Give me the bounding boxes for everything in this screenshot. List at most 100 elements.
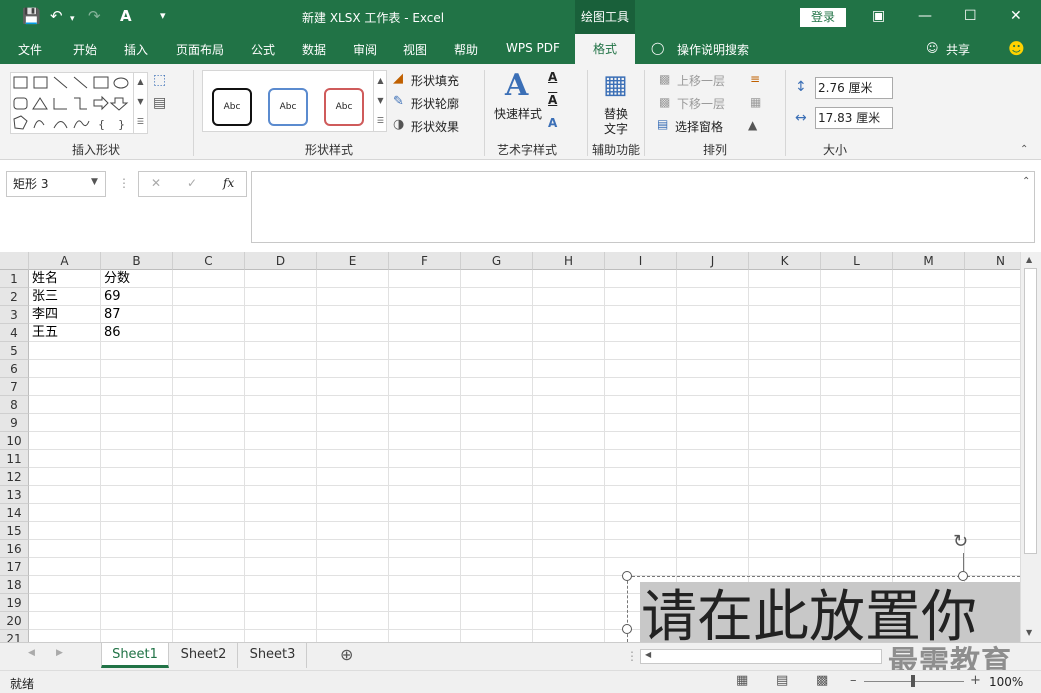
column-header-g[interactable]: G (461, 252, 533, 270)
zoom-level[interactable]: 100% (989, 675, 1023, 689)
row-header-13[interactable]: 13 (0, 486, 29, 504)
smiley-feedback-icon[interactable]: ☻ (1008, 39, 1025, 58)
shapes-gallery[interactable]: {} (10, 72, 148, 134)
row-header-12[interactable]: 12 (0, 468, 29, 486)
row-header-2[interactable]: 2 (0, 288, 29, 306)
scroll-left-icon[interactable]: ◀ (645, 650, 651, 659)
sheet-tab-sheet2[interactable]: Sheet2 (170, 643, 238, 668)
tab-page-layout[interactable]: 页面布局 (176, 41, 224, 58)
zoom-slider-thumb[interactable] (911, 675, 915, 687)
add-sheet-icon[interactable]: ⊕ (340, 645, 353, 664)
resize-handle-top-left[interactable] (622, 571, 632, 581)
row-header-20[interactable]: 20 (0, 612, 29, 630)
column-header-i[interactable]: I (605, 252, 677, 270)
column-header-m[interactable]: M (893, 252, 965, 270)
row-header-14[interactable]: 14 (0, 504, 29, 522)
touch-mode-icon[interactable]: A (120, 7, 132, 25)
tab-format[interactable]: 格式 (575, 34, 635, 65)
rectangle-shape[interactable]: 请在此放置你 (627, 576, 1020, 642)
tab-insert[interactable]: 插入 (124, 41, 148, 58)
table-cell[interactable]: 69 (101, 288, 173, 306)
column-header-j[interactable]: J (677, 252, 749, 270)
enter-icon[interactable]: ✓ (187, 176, 197, 190)
tab-file[interactable]: 文件 (18, 41, 42, 58)
table-cell[interactable]: 姓名 (29, 270, 101, 288)
column-header-c[interactable]: C (173, 252, 245, 270)
row-header-17[interactable]: 17 (0, 558, 29, 576)
row-header-7[interactable]: 7 (0, 378, 29, 396)
text-outline-icon[interactable]: A (548, 93, 557, 107)
zoom-in-icon[interactable]: + (970, 673, 981, 688)
page-break-view-icon[interactable]: ▩ (816, 673, 828, 688)
column-header-l[interactable]: L (821, 252, 893, 270)
tell-me-search[interactable]: 操作说明搜索 (677, 41, 749, 58)
table-cell[interactable]: 86 (101, 324, 173, 342)
next-sheet-icon[interactable]: ▶ (56, 648, 63, 658)
row-header-9[interactable]: 9 (0, 414, 29, 432)
prev-sheet-icon[interactable]: ◀ (28, 648, 35, 658)
style-preset-blue[interactable]: Abc (268, 88, 308, 126)
sheet-tab-sheet3[interactable]: Sheet3 (239, 643, 307, 668)
vertical-scrollbar[interactable]: ▲ ▼ (1020, 252, 1041, 642)
resize-handle-left[interactable] (622, 624, 632, 634)
styles-gallery-scroll[interactable]: ▲ ▼ ☰ (373, 71, 387, 131)
selection-pane-button[interactable]: 选择窗格 (675, 118, 723, 135)
shape-fill-button[interactable]: 形状填充 (411, 72, 459, 89)
edit-shape-icon[interactable]: ⬚ (153, 72, 166, 88)
row-header-10[interactable]: 10 (0, 432, 29, 450)
column-header-k[interactable]: K (749, 252, 821, 270)
quick-styles-icon[interactable]: A (505, 68, 528, 103)
alt-text-button-line2[interactable]: 文字 (604, 120, 628, 137)
undo-dropdown-icon[interactable]: ▾ (70, 10, 75, 28)
rotate-handle-icon[interactable]: ↻ (953, 531, 968, 552)
row-header-8[interactable]: 8 (0, 396, 29, 414)
bring-forward-button[interactable]: 上移一层 (677, 72, 725, 89)
row-header-21[interactable]: 21 (0, 630, 29, 642)
maximize-icon[interactable]: ☐ (964, 8, 977, 24)
column-header-b[interactable]: B (101, 252, 173, 270)
collapse-ribbon-icon[interactable]: ⌃ (1020, 144, 1028, 155)
column-header-e[interactable]: E (317, 252, 389, 270)
shape-text[interactable]: 请在此放置你 (641, 588, 977, 643)
shape-width-input[interactable]: 17.83 厘米 (815, 107, 893, 129)
formula-input[interactable] (251, 171, 1035, 243)
tab-help[interactable]: 帮助 (454, 41, 478, 58)
cancel-icon[interactable]: ✕ (151, 176, 161, 190)
shape-styles-gallery[interactable]: Abc Abc Abc ▲ ▼ ☰ (202, 70, 387, 132)
login-button[interactable]: 登录 (800, 8, 846, 27)
tab-data[interactable]: 数据 (302, 41, 326, 58)
row-header-11[interactable]: 11 (0, 450, 29, 468)
send-backward-button[interactable]: 下移一层 (677, 95, 725, 112)
save-icon[interactable]: 💾 (22, 7, 41, 25)
expand-formula-bar-icon[interactable]: ⌃ (1022, 176, 1030, 187)
close-icon[interactable]: ✕ (1010, 8, 1022, 24)
tab-wps-pdf[interactable]: WPS PDF (506, 41, 560, 55)
row-header-1[interactable]: 1 (0, 270, 29, 288)
text-effects-icon[interactable]: A (548, 116, 557, 130)
redo-icon[interactable]: ↷ (88, 7, 101, 25)
resize-handle-top[interactable] (958, 571, 968, 581)
style-preset-black[interactable]: Abc (212, 88, 252, 126)
row-header-19[interactable]: 19 (0, 594, 29, 612)
share-button[interactable]: 共享 (946, 41, 970, 58)
tab-home[interactable]: 开始 (73, 41, 97, 58)
row-header-3[interactable]: 3 (0, 306, 29, 324)
scroll-up-icon[interactable]: ▲ (1026, 255, 1032, 264)
vertical-scroll-thumb[interactable] (1024, 268, 1037, 554)
table-cell[interactable]: 张三 (29, 288, 101, 306)
rotate-icon[interactable]: ▲ (748, 118, 757, 132)
sheet-tab-sheet1[interactable]: Sheet1 (101, 643, 169, 668)
row-header-4[interactable]: 4 (0, 324, 29, 342)
row-header-15[interactable]: 15 (0, 522, 29, 540)
minimize-icon[interactable]: — (918, 8, 932, 24)
align-icon[interactable]: ≡ (750, 72, 760, 86)
alt-text-icon[interactable]: ▦ (603, 70, 628, 100)
select-all-corner[interactable] (0, 252, 29, 270)
tab-review[interactable]: 审阅 (353, 41, 377, 58)
normal-view-icon[interactable]: ▦ (736, 673, 748, 688)
row-header-16[interactable]: 16 (0, 540, 29, 558)
style-preset-red[interactable]: Abc (324, 88, 364, 126)
quick-styles-button[interactable]: 快速样式 (494, 105, 542, 122)
table-cell[interactable]: 分数 (101, 270, 173, 288)
shape-height-input[interactable]: 2.76 厘米 (815, 77, 893, 99)
